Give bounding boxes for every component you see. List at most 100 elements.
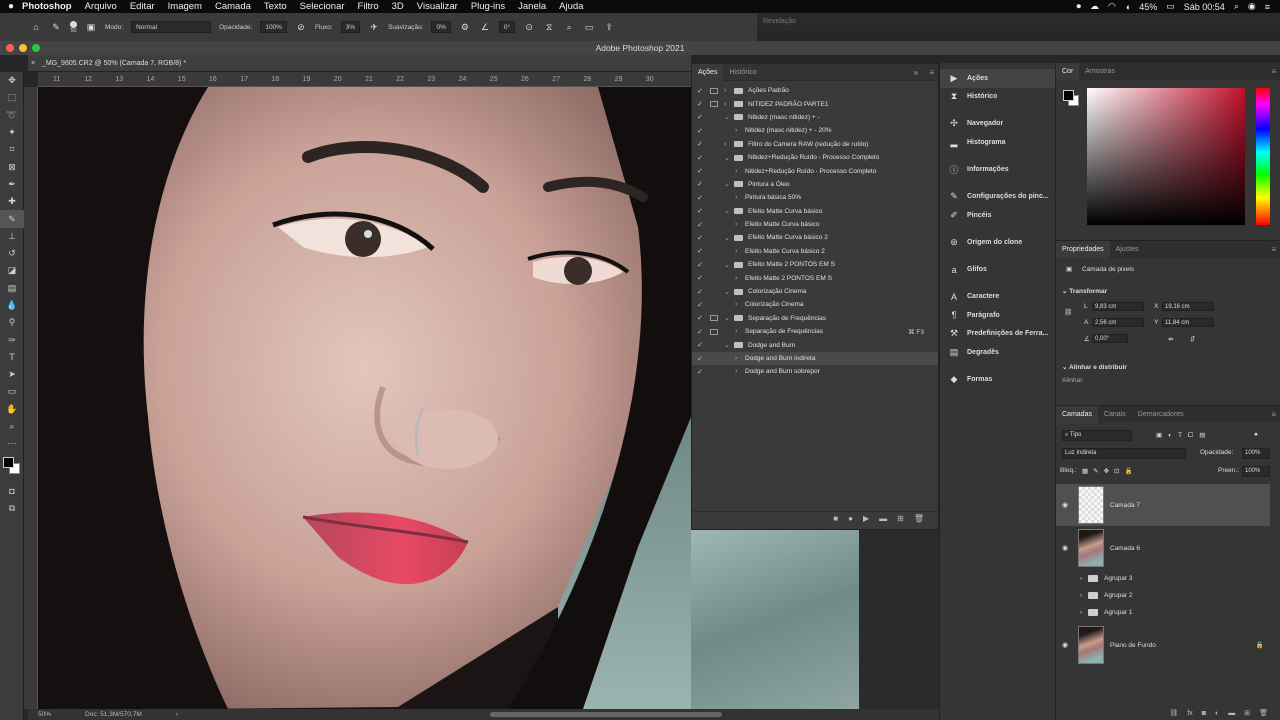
action-toggle-check-icon[interactable]: ✓ [697, 261, 703, 269]
move-tool-icon[interactable]: ✥ [0, 72, 24, 89]
layer-name[interactable]: Plano de Fundo [1110, 642, 1156, 649]
apple-icon[interactable]: ● [0, 1, 22, 12]
y-field[interactable]: 11,84 cm [1162, 318, 1214, 327]
expand-right-icon[interactable]: › [724, 101, 726, 108]
action-toggle-check-icon[interactable]: ✓ [697, 167, 703, 175]
expand-down-icon[interactable]: ⌄ [724, 207, 730, 215]
flip-horizontal-icon[interactable]: ⇹ [1168, 335, 1173, 343]
action-row[interactable]: ✓ › Efeito Matte Curva básico [692, 218, 938, 231]
group-expand-icon[interactable]: › [1080, 575, 1082, 582]
new-group-icon[interactable]: ▬ [1228, 710, 1235, 717]
search-icon[interactable]: ⌕ [563, 21, 575, 33]
action-row[interactable]: ✓ › Colorização Cinema [692, 298, 938, 311]
color-picker-field[interactable] [1087, 88, 1245, 225]
menu-editar[interactable]: Editar [130, 1, 155, 12]
action-toggle-check-icon[interactable]: ✓ [697, 154, 703, 162]
document-tab[interactable]: × _MG_9805.CR2 @ 50% (Camada 7, RGB/8) * [28, 55, 691, 72]
flip-vertical-icon[interactable]: ⇵ [1190, 335, 1195, 343]
menu-camada[interactable]: Camada [215, 1, 251, 12]
action-toggle-check-icon[interactable]: ✓ [697, 180, 703, 188]
action-set-row[interactable]: ✓ › Filtro do Camera RAW (redução de ruído… [692, 138, 938, 151]
tab-historico[interactable]: Histórico [723, 64, 762, 81]
dock-item-info[interactable]: ⓘ Informações [940, 160, 1055, 179]
expand-right-icon[interactable]: › [735, 275, 737, 282]
layer-row[interactable]: › Agrupar 1 [1056, 604, 1270, 621]
action-set-row[interactable]: ✓ ⌄ Efeito Matte Curva básico 2 [692, 231, 938, 244]
expand-right-icon[interactable]: › [735, 368, 737, 375]
lasso-tool-icon[interactable]: ➰ [0, 107, 24, 124]
layer-row[interactable]: ◉ Plano de Fundo 🔒 [1056, 624, 1270, 666]
action-toggle-check-icon[interactable]: ✓ [697, 355, 703, 363]
layer-row[interactable]: › Agrupar 2 [1056, 587, 1270, 604]
brush-panel-icon[interactable]: ▣ [85, 21, 97, 33]
action-toggle-check-icon[interactable]: ✓ [697, 274, 703, 282]
menu-texto[interactable]: Texto [264, 1, 287, 12]
gradient-tool-icon[interactable]: ▤ [0, 280, 24, 297]
record-icon[interactable]: ● [848, 514, 853, 523]
action-set-row[interactable]: ✓ ⌄ Separação de Frequências [692, 312, 938, 325]
airbrush-icon[interactable]: ✈ [368, 21, 380, 33]
x-field[interactable]: 19,16 cm [1162, 302, 1214, 311]
doc-size[interactable]: Doc: 51,3M/570,7M [85, 711, 142, 718]
expand-right-icon[interactable]: › [724, 87, 726, 94]
dock-item-histogram[interactable]: ▂ Histograma [940, 133, 1055, 152]
menu-visualizar[interactable]: Visualizar [417, 1, 458, 12]
action-toggle-check-icon[interactable]: ✓ [697, 207, 703, 215]
menu-photoshop[interactable]: Photoshop [22, 1, 72, 12]
visibility-eye-icon[interactable]: ◉ [1062, 641, 1068, 649]
expand-right-icon[interactable]: › [735, 127, 737, 134]
layer-name[interactable]: Agrupar 1 [1104, 609, 1133, 616]
tab-amostras[interactable]: Amostras [1079, 63, 1121, 80]
layer-row[interactable]: ◉ Camada 7 [1056, 484, 1270, 526]
expand-down-icon[interactable]: ⌄ [724, 314, 730, 322]
angle-field[interactable]: 0° [498, 21, 516, 33]
clock[interactable]: Sáb 00:54 [1184, 2, 1225, 12]
dock-item-glyphs[interactable]: a Glifos [940, 260, 1055, 279]
dodge-tool-icon[interactable]: ⚲ [0, 314, 24, 331]
foreground-swatch[interactable] [1063, 90, 1074, 101]
revelacao-tab[interactable]: Revelação [757, 13, 1280, 31]
dock-item-paragraph[interactable]: ¶ Parágrafo [940, 306, 1055, 325]
brush-preset-picker[interactable]: 50 [70, 20, 77, 34]
expand-down-icon[interactable]: ⌄ [724, 113, 730, 121]
blur-tool-icon[interactable]: 💧 [0, 297, 24, 314]
dialog-toggle-icon[interactable] [710, 328, 718, 335]
action-set-row[interactable]: ✓ ⌄ Dodge and Burn [692, 338, 938, 351]
symmetry-icon[interactable]: ⧖ [543, 21, 555, 33]
hand-tool-icon[interactable]: ✋ [0, 401, 24, 418]
dock-item-clone-source[interactable]: ⊛ Origem do clone [940, 233, 1055, 252]
horizontal-scrollbar[interactable] [490, 712, 722, 717]
action-set-row[interactable]: ✓ ⌄ Efeito Matte Curva básico [692, 205, 938, 218]
transform-header[interactable]: ⌄ Transformar [1062, 287, 1107, 295]
filter-icons[interactable]: ▣◐T⧠▤ [1156, 431, 1211, 440]
delete-layer-icon[interactable]: 🗑 [1259, 709, 1268, 717]
layer-name[interactable]: Agrupar 2 [1104, 592, 1133, 599]
path-select-icon[interactable]: ➤ [0, 366, 24, 383]
panel-menu-icon[interactable]: ≡ [1271, 410, 1276, 419]
menu-arquivo[interactable]: Arquivo [85, 1, 117, 12]
status-arrow-icon[interactable]: › [176, 711, 178, 718]
menu-ajuda[interactable]: Ajuda [559, 1, 583, 12]
layer-filter-select[interactable]: ⌕ Tipo [1062, 430, 1132, 441]
tab-cor[interactable]: Cor [1056, 63, 1080, 80]
action-toggle-check-icon[interactable]: ✓ [697, 341, 703, 349]
action-toggle-check-icon[interactable]: ✓ [697, 87, 703, 95]
share-icon[interactable]: ⇪ [603, 21, 615, 33]
record-icon[interactable]: ⏺ [1076, 1, 1081, 12]
layer-row[interactable]: › Agrupar 3 [1056, 570, 1270, 587]
stop-icon[interactable]: ■ [833, 514, 838, 523]
action-row[interactable]: ✓ › Dodge and Burn sobrepor [692, 365, 938, 378]
volume-icon[interactable]: ◖ [1125, 2, 1130, 12]
close-window-button[interactable] [6, 44, 14, 52]
add-mask-icon[interactable]: ◙ [1202, 710, 1206, 717]
action-row[interactable]: ✓ › Efeito Matte 2 PONTOS EM S [692, 271, 938, 284]
type-tool-icon[interactable]: T [0, 349, 24, 366]
lock-icons[interactable]: ▦✎✥⊡🔒 [1082, 467, 1138, 475]
menu-janela[interactable]: Janela [518, 1, 546, 12]
action-toggle-check-icon[interactable]: ✓ [697, 194, 703, 202]
tab-ajustes[interactable]: Ajustes [1110, 241, 1145, 258]
home-icon[interactable]: ⌂ [30, 21, 42, 33]
action-toggle-check-icon[interactable]: ✓ [697, 368, 703, 376]
dialog-toggle-icon[interactable] [710, 101, 718, 108]
action-toggle-check-icon[interactable]: ✓ [697, 247, 703, 255]
